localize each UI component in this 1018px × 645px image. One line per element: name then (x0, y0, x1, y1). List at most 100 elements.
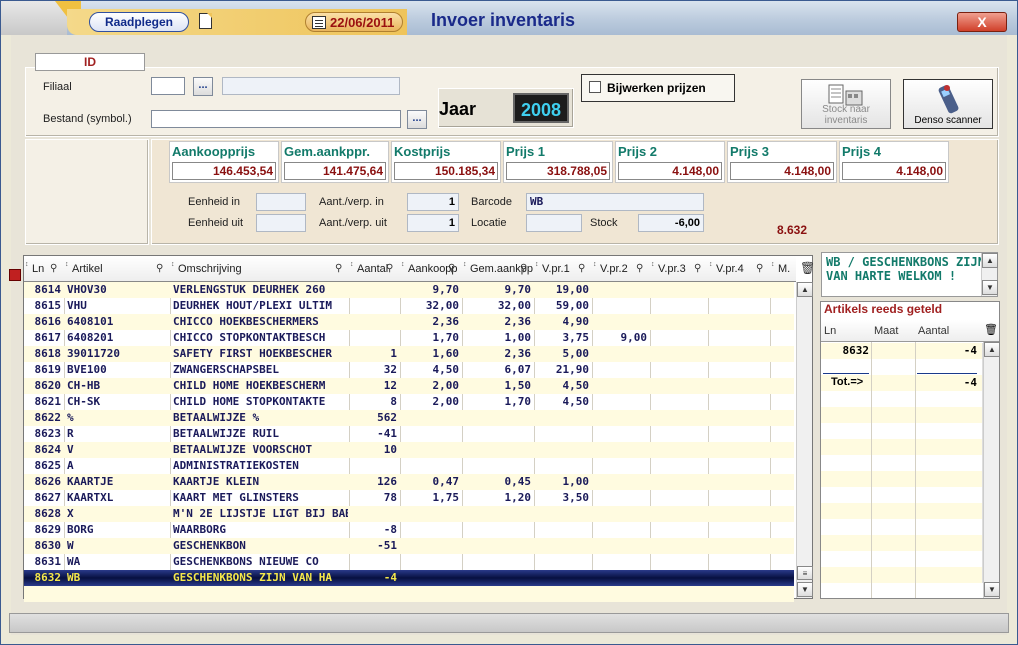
table-row[interactable]: 8620 CH-HB CHILD HOME HOEKBESCHERM 12 2,00 1,… (24, 378, 794, 394)
delete-icon[interactable]: 🗑 (800, 261, 815, 275)
cell: -8 (383, 523, 397, 536)
price-value[interactable]: 150.185,34 (394, 162, 498, 180)
table-row[interactable]: 8619 BVE100 ZWANGERSCHAPSBEL 32 4,50 6,07 21,9… (24, 362, 794, 378)
sort-arrow-icon: ↕ (771, 261, 775, 268)
sort-search-icon[interactable]: ⚲ (578, 263, 585, 274)
stock-field[interactable]: -6,00 (638, 214, 704, 232)
cell: 8631 (34, 555, 62, 568)
table-row[interactable]: 8632 WB GESCHENKBONS ZIJN VAN HA -4 (24, 570, 794, 586)
scroll-thumb[interactable]: ≡ (797, 566, 813, 580)
price-value[interactable]: 141.475,64 (284, 162, 386, 180)
scroll-up-button[interactable]: ▲ (984, 342, 1000, 357)
cell (400, 507, 459, 521)
bijwerken-prijzen-checkbox[interactable]: Bijwerken prijzen (581, 74, 735, 102)
year-field[interactable]: 2008 (513, 93, 569, 123)
message-scrollbar[interactable]: ▲ ▼ (981, 253, 998, 296)
cell: 2,36 (504, 347, 532, 360)
delete-icon[interactable]: 🗑 (984, 323, 998, 336)
filiaal-browse-button[interactable]: ... (193, 77, 213, 96)
bestand-browse-button[interactable]: ... (407, 110, 427, 129)
counted-column-header[interactable]: Maat (874, 325, 898, 337)
table-row[interactable]: 8627 KAARTXL KAART MET GLINSTERS 78 1,75 1,20… (24, 490, 794, 506)
price-value[interactable]: 4.148,00 (842, 162, 946, 180)
cell: 3,75 (562, 331, 590, 344)
locatie-field[interactable] (526, 214, 582, 232)
counted-column-header[interactable]: Aantal (918, 325, 949, 337)
counted-scrollbar[interactable]: ▲ ▼ (983, 342, 1000, 598)
inventory-grid[interactable]: Ln ⚲ ↕ Artikel ⚲ ↕ Omschrijving ⚲ ↕ Aantal ⚲ ↕ Aanko… (23, 255, 815, 602)
sort-search-icon[interactable]: ⚲ (636, 263, 643, 274)
column-header[interactable]: V.pr.2 (600, 263, 628, 275)
table-row[interactable]: 8624 V BETAALWIJZE VOORSCHOT 10 (24, 442, 794, 458)
counted-column-header[interactable]: Ln (824, 325, 836, 337)
table-row[interactable]: 8621 CH-SK CHILD HOME STOPKONTAKTE 8 2,00 1,7… (24, 394, 794, 410)
sort-search-icon[interactable]: ⚲ (386, 263, 393, 274)
barcode-field[interactable]: WB (526, 193, 704, 211)
message-scroll-up[interactable]: ▲ (982, 253, 998, 268)
column-header[interactable]: V.pr.4 (716, 263, 744, 275)
cell: WB (67, 571, 81, 584)
table-row[interactable]: 8622% BETAALWIJZE % 562 (24, 410, 794, 426)
date-field[interactable]: 22/06/2011 (305, 12, 403, 32)
sort-search-icon[interactable]: ⚲ (50, 263, 57, 274)
document-icon[interactable] (199, 13, 212, 29)
price-value[interactable]: 318.788,05 (506, 162, 610, 180)
eenheid-in-field[interactable] (256, 193, 306, 211)
aant-uit-field[interactable]: 1 (407, 214, 459, 232)
table-row[interactable]: 8628 X M'N 2E LIJSTJE LIGT BIJ BABY (24, 506, 794, 522)
sort-search-icon[interactable]: ⚲ (694, 263, 701, 274)
table-row[interactable]: 8630 W GESCHENKBON -51 (24, 538, 794, 554)
mode-button[interactable]: Raadplegen (89, 12, 189, 32)
eenheid-uit-field[interactable] (256, 214, 306, 232)
table-row[interactable]: 8614 VHOV30 VERLENGSTUK DEURHEK 260 9,70 9,7… (24, 282, 794, 298)
column-header[interactable]: Artikel (72, 263, 103, 275)
column-header[interactable]: Omschrijving (178, 263, 242, 275)
cell (400, 443, 459, 457)
table-row-empty[interactable] (24, 586, 794, 602)
scroll-up-button[interactable]: ▲ (797, 282, 813, 297)
cell (400, 523, 459, 537)
filiaal-field[interactable] (151, 77, 185, 95)
bestand-field[interactable] (151, 110, 401, 128)
cell (462, 523, 531, 537)
table-row[interactable]: 8623 R BETAALWIJZE RUIL -41 (24, 426, 794, 442)
sort-search-icon[interactable]: ⚲ (448, 263, 455, 274)
column-header[interactable]: V.pr.3 (658, 263, 686, 275)
aant-in-field[interactable]: 1 (407, 193, 459, 211)
counted-total-value: -4 (963, 376, 977, 389)
aant-uit-label: Aant./verp. uit (319, 217, 387, 229)
sort-search-icon[interactable]: ⚲ (156, 263, 163, 274)
column-header[interactable]: M. (778, 263, 790, 275)
table-row[interactable]: 8625 A ADMINISTRATIEKOSTEN (24, 458, 794, 474)
table-row[interactable]: 8615 VHU DEURHEK HOUT/PLEXI ULTIM 32,00 32,0… (24, 298, 794, 314)
cell: -41 (377, 427, 397, 440)
column-header[interactable]: V.pr.1 (542, 263, 570, 275)
sort-search-icon[interactable]: ⚲ (335, 263, 342, 274)
column-header[interactable]: Aantal (357, 263, 388, 275)
cell: 8621 (34, 395, 62, 408)
checkbox-icon[interactable] (589, 81, 601, 93)
sort-search-icon[interactable]: ⚲ (520, 263, 527, 274)
table-row[interactable]: 8617 6408201 CHICCO STOPKONTAKTBESCH 1,70 1… (24, 330, 794, 346)
cell: % (67, 411, 74, 424)
close-button[interactable]: X (957, 12, 1007, 32)
table-row[interactable]: 8631 WA GESCHENKBONS NIEUWE CO (24, 554, 794, 570)
cell (534, 443, 589, 457)
table-row[interactable]: 8626 KAARTJE KAARTJE KLEIN 126 0,47 0,45 1,00 (24, 474, 794, 490)
cell: 8625 (34, 459, 62, 472)
scroll-down-button[interactable]: ▼ (984, 582, 1000, 597)
grid-scrollbar[interactable]: ▲ ≡ ▼ (796, 282, 813, 598)
cell: 5,00 (562, 347, 590, 360)
denso-scanner-button[interactable]: Denso scanner (903, 79, 993, 129)
price-value[interactable]: 4.148,00 (618, 162, 722, 180)
stock-naar-inventaris-button[interactable]: Stock naar inventaris (801, 79, 891, 129)
table-row[interactable]: 8629 BORG WAARBORG -8 (24, 522, 794, 538)
message-scroll-down[interactable]: ▼ (982, 280, 998, 295)
column-header[interactable]: Ln (32, 263, 44, 275)
sort-search-icon[interactable]: ⚲ (756, 263, 763, 274)
table-row[interactable]: 8616 6408101 CHICCO HOEKBESCHERMERS 2,36 2,… (24, 314, 794, 330)
price-value[interactable]: 146.453,54 (172, 162, 276, 180)
table-row[interactable]: 8618 39011720 SAFETY FIRST HOEKBESCHER 1 1,… (24, 346, 794, 362)
scroll-down-button[interactable]: ▼ (797, 582, 813, 597)
price-value[interactable]: 4.148,00 (730, 162, 834, 180)
